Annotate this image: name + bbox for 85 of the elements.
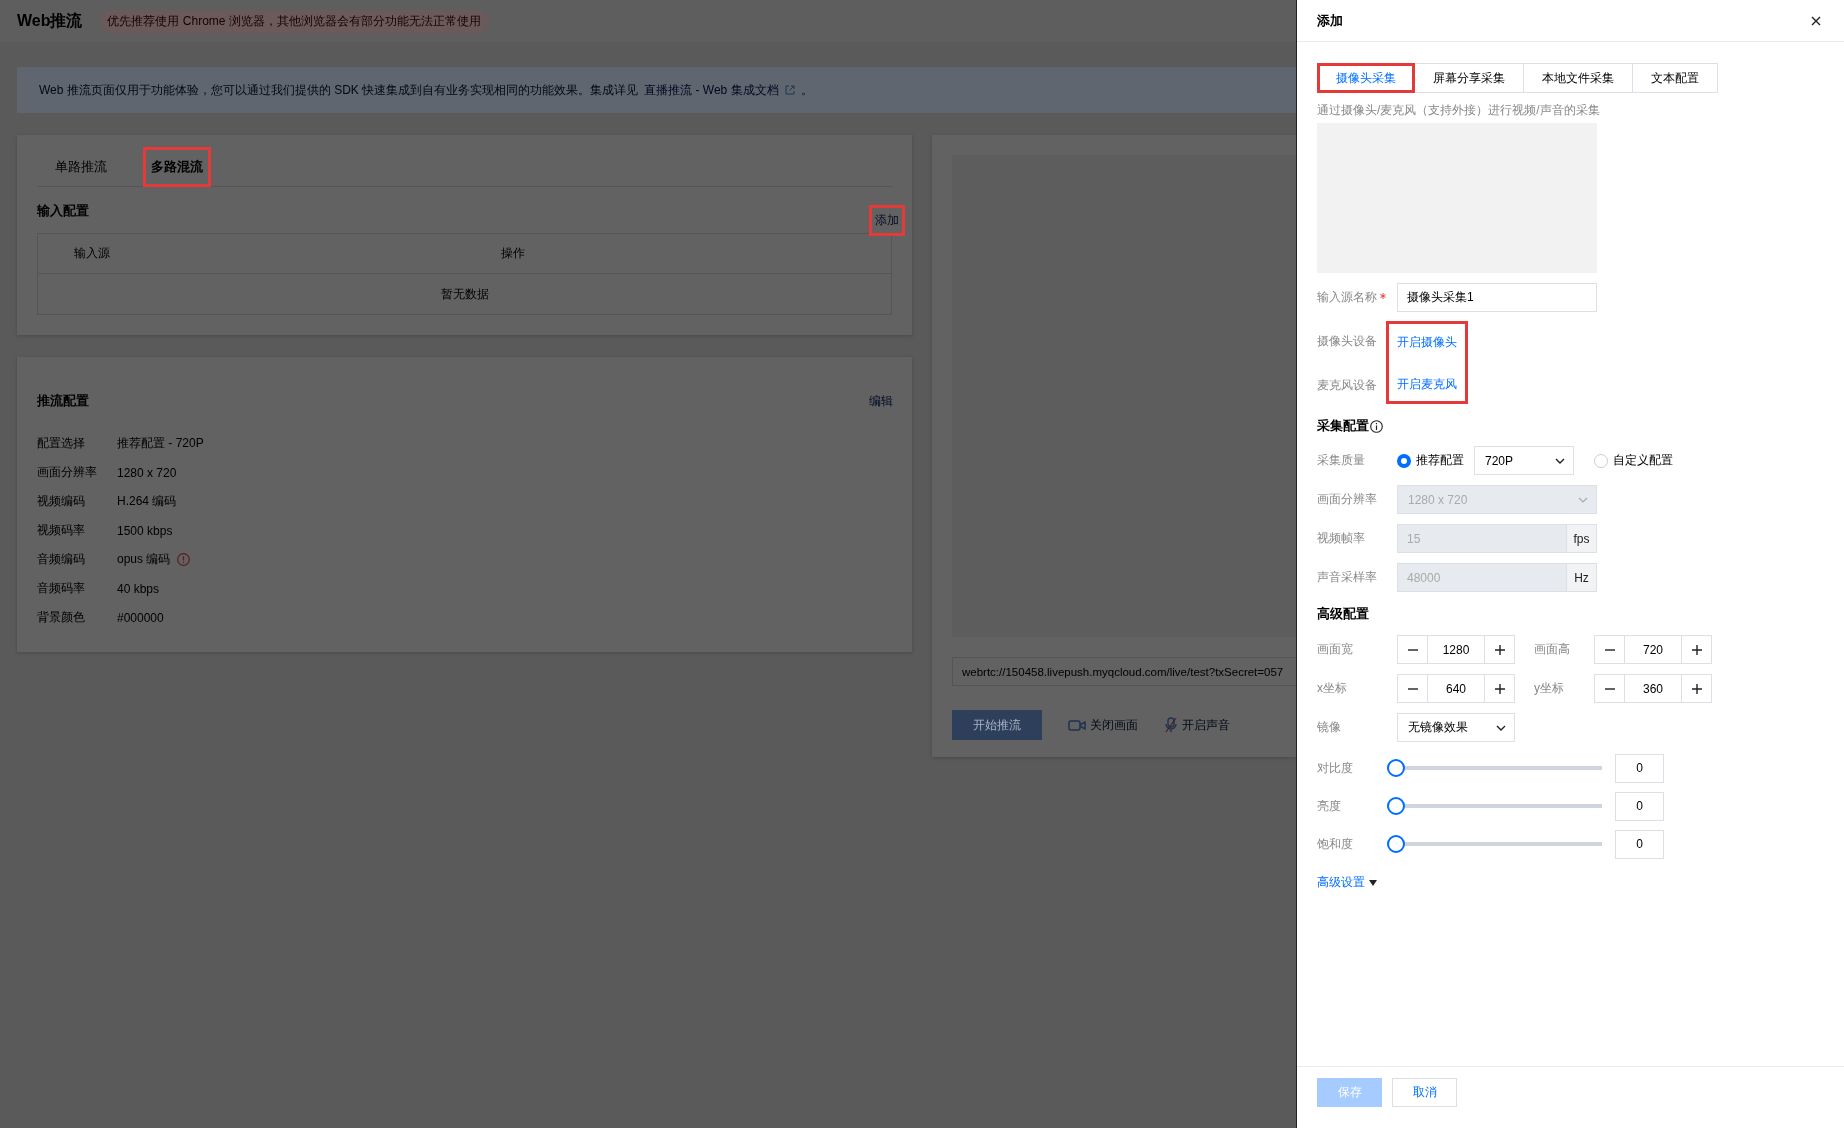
page-title: Web推流 <box>17 10 83 31</box>
external-link-icon <box>784 85 795 95</box>
add-link[interactable]: 添加 <box>872 207 902 233</box>
plus-icon <box>1494 644 1505 655</box>
unit-label: Hz <box>1567 563 1597 592</box>
source-tab[interactable]: 本地文件采集 <box>1523 63 1633 93</box>
url-field[interactable]: webrtc://150458.livepush.myqcloud.com/live/test?txSecret=057 <box>952 657 1296 686</box>
mode-tab[interactable]: 多路混流 <box>143 147 211 187</box>
section-title: 高级配置 <box>1317 605 1369 623</box>
radio-option[interactable]: 推荐配置 <box>1397 452 1464 469</box>
source-tab[interactable]: 屏幕分享采集 <box>1414 63 1524 93</box>
field-value: #000000 <box>117 610 164 625</box>
close-icon <box>1811 15 1821 26</box>
field-label: 画面分辨率 <box>37 464 98 481</box>
notice-badge: 优先推荐使用 Chrome 浏览器，其他浏览器会有部分功能无法正常使用 <box>100 9 488 33</box>
section-title: 采集配置 <box>1317 417 1369 435</box>
value-input[interactable]: 0 <box>1615 753 1664 783</box>
section-title: 输入配置 <box>37 202 89 220</box>
field-value: 40 kbps <box>117 581 160 596</box>
field-label: 亮度 <box>1317 797 1342 815</box>
radio-option[interactable]: 自定义配置 <box>1594 452 1673 469</box>
field-label: 视频编码 <box>37 493 86 510</box>
field-label: 画面分辨率 <box>1317 491 1378 508</box>
field-label: 镜像 <box>1317 719 1342 736</box>
plus-icon <box>1691 683 1702 694</box>
value-input[interactable]: 0 <box>1615 791 1664 821</box>
chevron-down-icon <box>1555 457 1565 464</box>
field-label: 画面高 <box>1534 641 1571 658</box>
chevron-down-icon <box>1496 724 1506 731</box>
info-icon <box>1370 419 1383 433</box>
field-value: opus 编码 <box>117 551 171 568</box>
banner-text: Web 推流页面仅用于功能体验，您可以通过我们提供的 SDK 快速集成到自有业务实现相同的功能效果。集成详见 <box>39 81 639 99</box>
field-label: 摄像头设备 <box>1317 333 1378 350</box>
field-label: 配置选择 <box>37 435 86 452</box>
plus-icon <box>1494 683 1505 694</box>
unit-label: fps <box>1567 524 1597 553</box>
mode-tab[interactable]: 单路推流 <box>47 147 115 187</box>
field-label: 视频帧率 <box>1317 530 1366 547</box>
enable-link[interactable]: 开启摄像头 <box>1397 334 1457 351</box>
camera-button[interactable]: 关闭画面 <box>1068 716 1138 734</box>
hint-text: 通过摄像头/麦克风（支持外接）进行视频/声音的采集 <box>1317 102 1601 118</box>
slider-thumb[interactable] <box>1387 835 1405 853</box>
name-input[interactable]: 摄像头采集1 <box>1397 283 1597 312</box>
cancel-button[interactable]: 取消 <box>1392 1078 1457 1107</box>
source-tab[interactable]: 文本配置 <box>1632 63 1718 93</box>
doc-link[interactable]: 直播推流 - Web 集成文档 <box>644 81 779 99</box>
plus-icon <box>1691 644 1702 655</box>
field-value: 推荐配置 - 720P <box>117 435 204 452</box>
banner-text: 。 <box>800 81 813 99</box>
drawer-title: 添加 <box>1317 11 1343 30</box>
field-label: 视频码率 <box>37 522 86 539</box>
field-label: 麦克风设备 <box>1317 377 1378 394</box>
muted-mic-icon <box>1164 717 1178 733</box>
camera-icon <box>1068 718 1086 732</box>
start-button[interactable]: 开始推流 <box>952 710 1042 740</box>
empty-text: 暂无数据 <box>440 285 489 303</box>
field-label: 声音采样率 <box>1317 569 1378 586</box>
field-label: 画面宽 <box>1317 641 1354 658</box>
field-label: 音频编码 <box>37 551 86 568</box>
enable-link[interactable]: 开启麦克风 <box>1397 376 1457 393</box>
column-header: 操作 <box>501 245 525 262</box>
edit-link[interactable]: 编辑 <box>866 388 896 414</box>
field-label: 音频码率 <box>37 580 86 597</box>
preset-select[interactable]: 720P <box>1474 446 1574 475</box>
section-title: 推流配置 <box>37 392 89 410</box>
column-header: 输入源 <box>73 245 111 262</box>
field-label: 输入源名称 <box>1317 289 1377 306</box>
field-label: 采集质量 <box>1317 452 1366 469</box>
mirror-select[interactable]: 无镜像效果 <box>1397 713 1515 742</box>
audio-button[interactable]: 开启声音 <box>1164 716 1230 734</box>
caret-down-icon <box>1369 879 1377 886</box>
value-input[interactable]: 0 <box>1615 829 1664 859</box>
field-value: 1500 kbps <box>117 523 173 538</box>
source-tab[interactable]: 摄像头采集 <box>1317 63 1415 93</box>
field-label: 饱和度 <box>1317 835 1354 853</box>
field-label: 对比度 <box>1317 759 1354 777</box>
advanced-settings-link[interactable]: 高级设置 <box>1317 874 1377 891</box>
slider-thumb[interactable] <box>1387 797 1405 815</box>
field-value: H.264 编码 <box>117 493 177 510</box>
chevron-down-icon <box>1578 496 1588 503</box>
field-label: y坐标 <box>1534 680 1565 697</box>
field-label: 背景颜色 <box>37 609 86 626</box>
slider-thumb[interactable] <box>1387 759 1405 777</box>
field-value: 1280 x 720 <box>117 465 177 480</box>
field-label: x坐标 <box>1317 680 1348 697</box>
